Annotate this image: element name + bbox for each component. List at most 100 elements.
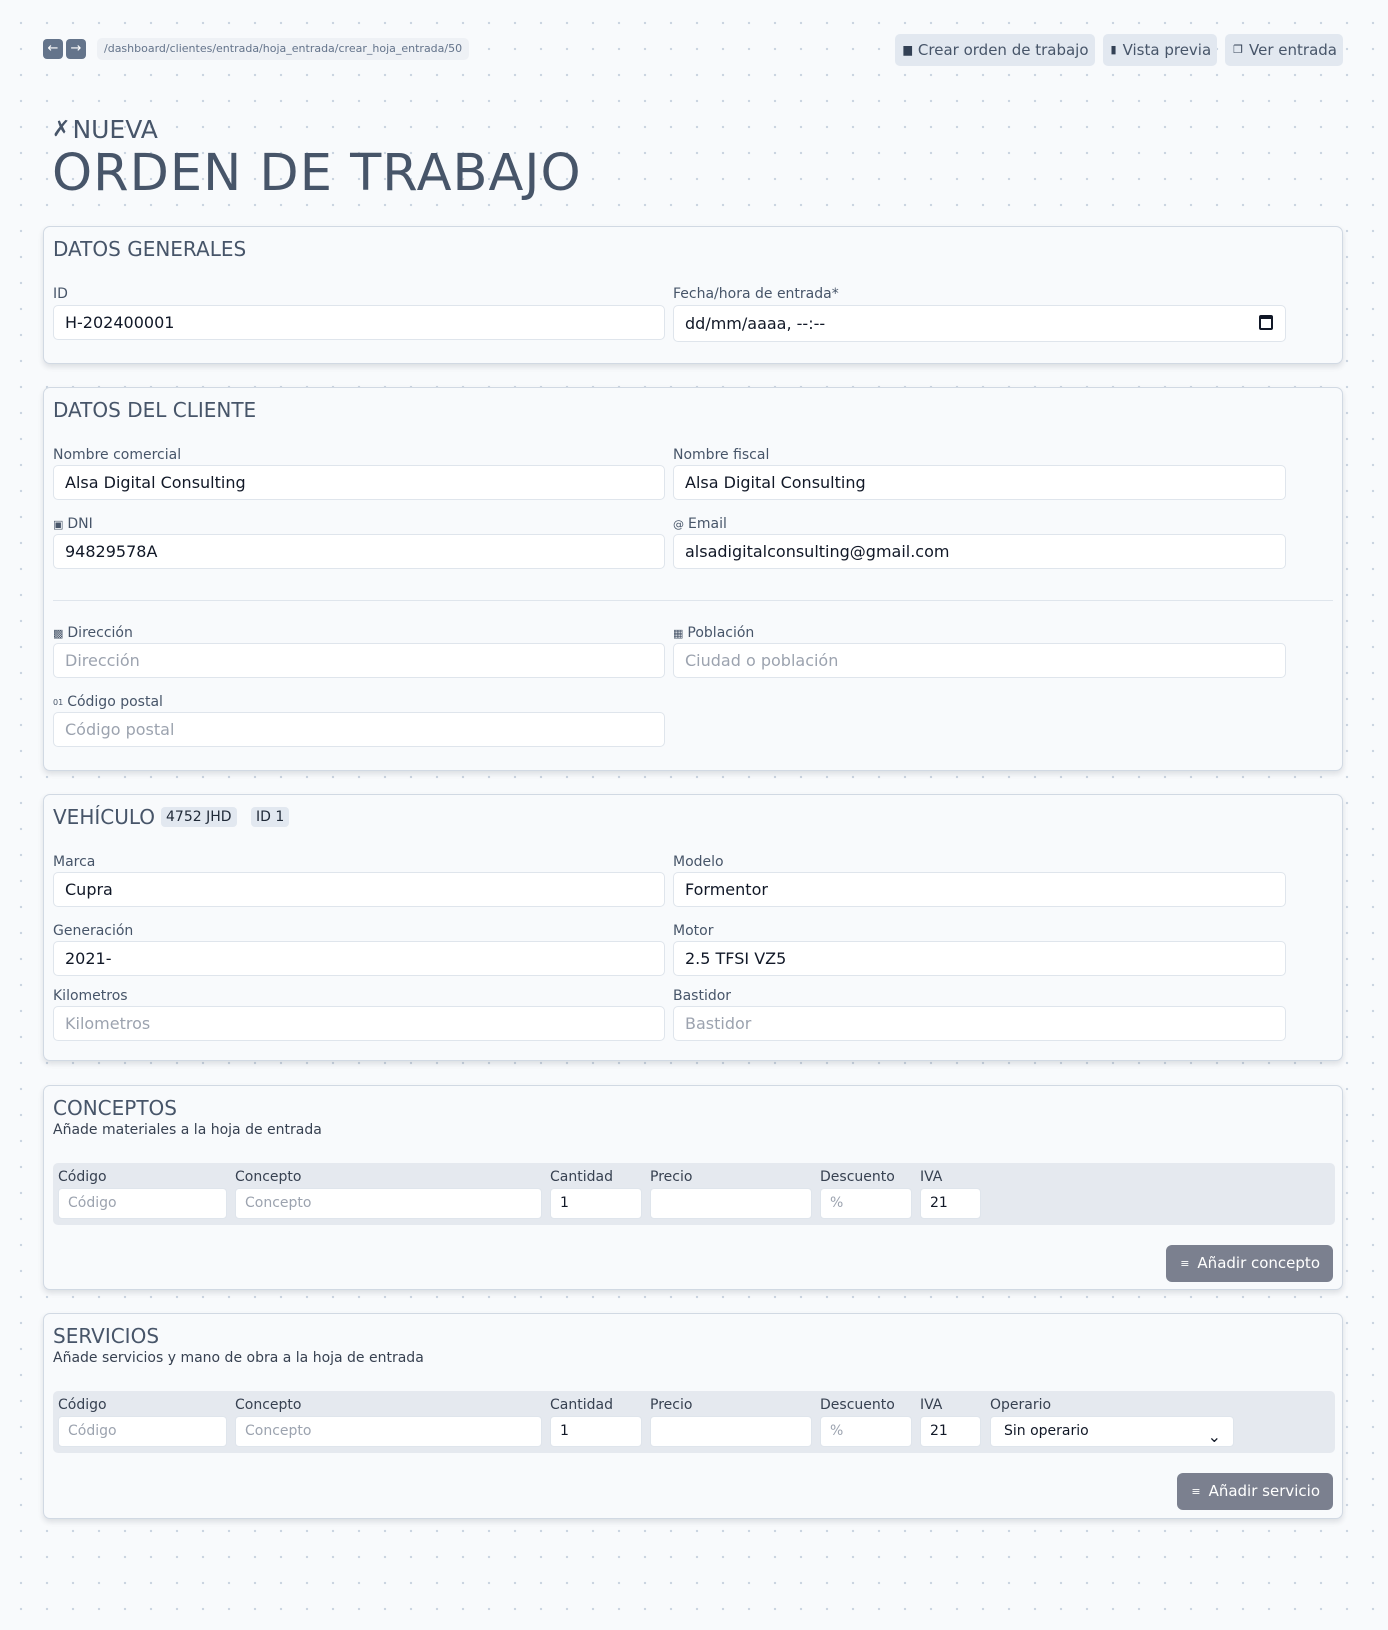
top-bar: ← → /dashboard/clientes/entrada/hoja_ent… xyxy=(43,33,1343,67)
brand-input[interactable]: Cupra xyxy=(53,872,665,907)
service-price-input[interactable] xyxy=(650,1416,812,1447)
concept-vat-input[interactable]: 21 xyxy=(920,1188,981,1219)
trade-name-input[interactable]: Alsa Digital Consulting xyxy=(53,465,665,500)
concepts-card: CONCEPTOS Añade materiales a la hoja de … xyxy=(43,1085,1343,1290)
create-work-order-button[interactable]: ▆ Crear orden de trabajo xyxy=(895,34,1095,66)
concept-price-input[interactable] xyxy=(650,1188,812,1219)
chevron-down-icon: ⌄ xyxy=(1207,1427,1221,1446)
concept-name-input[interactable]: Concepto xyxy=(235,1188,542,1219)
entry-date-input[interactable]: dd/mm/aaaa, --:-- xyxy=(673,305,1286,342)
postal-code-label-text: Código postal xyxy=(67,694,163,710)
vehicle-card: VEHÍCULO 4752 JHD ID 1 Marca Cupra Model… xyxy=(43,794,1343,1061)
service-name-input[interactable]: Concepto xyxy=(235,1416,542,1447)
email-label-text: Email xyxy=(688,516,727,532)
concepts-subtitle: Añade materiales a la hoja de entrada xyxy=(53,1122,322,1138)
back-arrow-icon[interactable]: ← xyxy=(43,39,63,59)
entry-date-value: dd/mm/aaaa, --:-- xyxy=(685,314,826,333)
email-input[interactable]: alsadigitalconsulting@gmail.com xyxy=(673,534,1286,569)
create-work-order-label: Crear orden de trabajo xyxy=(917,41,1089,59)
service-row: Código Concepto Cantidad Precio Descuent… xyxy=(53,1391,1335,1453)
id-input[interactable]: H-202400001 xyxy=(53,305,665,340)
postal-code-input[interactable]: Código postal xyxy=(53,712,665,747)
number-icon: 01 xyxy=(53,697,64,707)
list-add-icon: ≡ xyxy=(1180,1257,1190,1270)
concepts-title: CONCEPTOS xyxy=(53,1096,177,1120)
city-icon: ▦ xyxy=(673,626,684,640)
brand-label: Marca xyxy=(53,854,96,870)
generation-label: Generación xyxy=(53,923,134,939)
col-concept-label: Concepto xyxy=(235,1397,302,1413)
tools-icon: ✗ xyxy=(52,116,71,142)
engine-label: Motor xyxy=(673,923,714,939)
model-label: Modelo xyxy=(673,854,724,870)
address-input[interactable]: Dirección xyxy=(53,643,665,678)
service-vat-input[interactable]: 21 xyxy=(920,1416,981,1447)
id-card-icon: ▣ xyxy=(53,517,64,531)
forward-arrow-icon[interactable]: → xyxy=(66,39,86,59)
col-quantity-label: Cantidad xyxy=(550,1169,613,1185)
operator-select-value: Sin operario xyxy=(1004,1423,1089,1439)
service-discount-input[interactable]: % xyxy=(820,1416,912,1447)
engine-input[interactable]: 2.5 TFSI VZ5 xyxy=(673,941,1286,976)
add-service-button[interactable]: ≡ Añadir servicio xyxy=(1177,1473,1333,1510)
mileage-input[interactable]: Kilometros xyxy=(53,1006,665,1041)
fiscal-name-input[interactable]: Alsa Digital Consulting xyxy=(673,465,1286,500)
city-input[interactable]: Ciudad o población xyxy=(673,643,1286,678)
general-data-title: DATOS GENERALES xyxy=(53,237,247,261)
top-actions: ▆ Crear orden de trabajo ▮ Vista previa … xyxy=(895,34,1343,66)
services-subtitle: Añade servicios y mano de obra a la hoja… xyxy=(53,1350,424,1366)
id-label: ID xyxy=(53,286,68,302)
concept-code-input[interactable]: Código xyxy=(58,1188,227,1219)
preview-label: Vista previa xyxy=(1122,41,1212,59)
address-label: ▩ Dirección xyxy=(53,625,133,641)
concept-row: Código Concepto Cantidad Precio Descuent… xyxy=(53,1163,1335,1225)
add-concept-button[interactable]: ≡ Añadir concepto xyxy=(1166,1245,1333,1282)
map-icon: ▩ xyxy=(53,626,64,640)
client-data-title: DATOS DEL CLIENTE xyxy=(53,398,257,422)
service-quantity-input[interactable]: 1 xyxy=(550,1416,642,1447)
col-price-label: Precio xyxy=(650,1397,693,1413)
col-price-label: Precio xyxy=(650,1169,693,1185)
dni-input[interactable]: 94829578A xyxy=(53,534,665,569)
add-concept-label: Añadir concepto xyxy=(1197,1254,1320,1272)
view-entry-button[interactable]: ❐ Ver entrada xyxy=(1225,34,1343,66)
copy-icon: ❐ xyxy=(1233,43,1244,56)
divider xyxy=(53,600,1333,601)
client-data-card: DATOS DEL CLIENTE Nombre comercial Alsa … xyxy=(43,387,1343,771)
model-input[interactable]: Formentor xyxy=(673,872,1286,907)
vehicle-id-badge: ID 1 xyxy=(251,807,290,827)
chassis-label: Bastidor xyxy=(673,988,732,1004)
col-vat-label: IVA xyxy=(920,1397,943,1413)
at-sign-icon: @ xyxy=(673,517,684,531)
chassis-input[interactable]: Bastidor xyxy=(673,1006,1286,1041)
concept-quantity-input[interactable]: 1 xyxy=(550,1188,642,1219)
city-label: ▦ Población xyxy=(673,625,754,641)
fiscal-name-label: Nombre fiscal xyxy=(673,447,770,463)
col-code-label: Código xyxy=(58,1397,107,1413)
email-label: @ Email xyxy=(673,516,727,532)
service-code-input[interactable]: Código xyxy=(58,1416,227,1447)
operator-select[interactable]: Sin operario ⌄ xyxy=(990,1416,1234,1447)
title-small: ✗ NUEVA xyxy=(52,114,582,144)
entry-date-label: Fecha/hora de entrada* xyxy=(673,286,839,302)
services-title: SERVICIOS xyxy=(53,1324,160,1348)
plate-badge: 4752 JHD xyxy=(161,807,237,827)
dni-label: ▣ DNI xyxy=(53,516,93,532)
vehicle-title: VEHÍCULO xyxy=(53,805,156,829)
mileage-label: Kilometros xyxy=(53,988,128,1004)
view-entry-label: Ver entrada xyxy=(1249,41,1337,59)
add-service-label: Añadir servicio xyxy=(1208,1482,1320,1500)
general-data-card: DATOS GENERALES ID H-202400001 Fecha/hor… xyxy=(43,226,1343,364)
title-big: ORDEN DE TRABAJO xyxy=(52,144,582,203)
services-card: SERVICIOS Añade servicios y mano de obra… xyxy=(43,1313,1343,1519)
generation-input[interactable]: 2021- xyxy=(53,941,665,976)
title-small-text: NUEVA xyxy=(72,114,158,144)
city-label-text: Población xyxy=(687,625,755,641)
dni-label-text: DNI xyxy=(67,516,93,532)
preview-button[interactable]: ▮ Vista previa xyxy=(1102,34,1218,66)
concept-discount-input[interactable]: % xyxy=(820,1188,912,1219)
breadcrumb-path: /dashboard/clientes/entrada/hoja_entrada… xyxy=(97,38,470,60)
address-label-text: Dirección xyxy=(67,625,133,641)
col-discount-label: Descuento xyxy=(820,1397,895,1413)
calendar-icon[interactable] xyxy=(1259,315,1273,330)
